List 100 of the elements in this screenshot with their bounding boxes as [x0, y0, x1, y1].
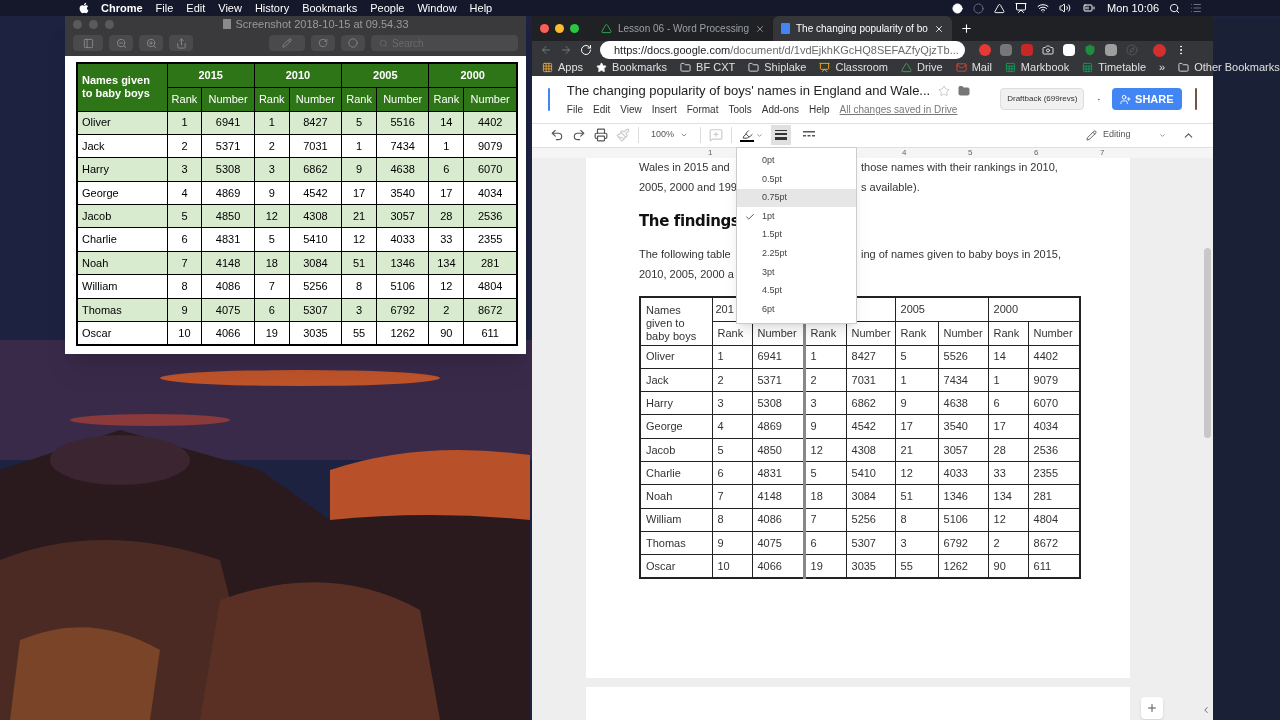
- minimize-window-button[interactable]: [555, 24, 564, 33]
- new-tab-icon[interactable]: [959, 22, 973, 35]
- bookmark[interactable]: BF CXT: [680, 59, 736, 76]
- search-icon[interactable]: [1169, 2, 1180, 14]
- address-bar[interactable]: https://docs.google.com/document/d/1vdEjkhKGcHQ8SEFAZfyQjzTb...: [600, 41, 965, 59]
- star-icon[interactable]: [938, 84, 951, 97]
- zoom-dropdown[interactable]: 100%: [647, 128, 693, 142]
- table-cell: 5516: [376, 111, 429, 135]
- close-window-button[interactable]: [540, 24, 549, 33]
- table-cell: 7434: [376, 134, 429, 158]
- more-bookmarks[interactable]: »: [1159, 59, 1166, 76]
- side-panel-icon[interactable]: [1201, 704, 1211, 715]
- menu-item[interactable]: Edit: [593, 102, 611, 118]
- menu-item[interactable]: View: [218, 0, 242, 17]
- table-cell: 5: [167, 204, 202, 228]
- redo-icon[interactable]: [572, 128, 586, 142]
- menu-item[interactable]: Edit: [186, 0, 206, 17]
- maximize-window-button[interactable]: [570, 24, 579, 33]
- bookmark[interactable]: Shiplake: [748, 59, 807, 76]
- apple-icon[interactable]: [78, 2, 90, 14]
- zoom-in-button[interactable]: [139, 35, 163, 51]
- sidebar-button[interactable]: [73, 35, 103, 51]
- menu-option[interactable]: 0.5pt: [737, 170, 856, 189]
- sheet-icon: [1082, 61, 1094, 73]
- share-button[interactable]: [169, 35, 193, 51]
- bookmark[interactable]: Other Bookmarks: [1178, 59, 1280, 76]
- camera-icon[interactable]: [1042, 44, 1054, 56]
- menu-option[interactable]: 0.75pt: [737, 188, 856, 208]
- draftback-button[interactable]: Draftback (699revs): [1000, 88, 1085, 110]
- share-button[interactable]: SHARE: [1112, 88, 1182, 110]
- profile-avatar[interactable]: [1153, 43, 1166, 57]
- zoom-out-button[interactable]: [109, 35, 133, 51]
- record-icon[interactable]: [952, 2, 963, 14]
- menu-item[interactable]: Help: [809, 102, 830, 118]
- table-cell: 7031: [846, 368, 895, 392]
- table-cell: 4033: [938, 461, 989, 485]
- table-cell: Jacob: [640, 438, 712, 462]
- menu-item[interactable]: Bookmarks: [302, 0, 358, 17]
- rotate-button[interactable]: [311, 35, 335, 51]
- table-cell: 4869: [201, 181, 255, 205]
- table-cell: Charlie: [640, 461, 712, 485]
- print-icon[interactable]: [594, 128, 608, 142]
- table-cell: 3: [341, 298, 377, 322]
- folder-icon[interactable]: [958, 84, 971, 97]
- menu-option[interactable]: 2.25pt: [737, 244, 856, 264]
- menu-option[interactable]: 0pt: [737, 151, 856, 171]
- close-icon[interactable]: [933, 23, 944, 34]
- table-cell: William: [77, 274, 167, 299]
- save-status-link[interactable]: All changes saved in Drive: [839, 102, 958, 118]
- bookmark[interactable]: Mail: [955, 59, 992, 76]
- list-icon[interactable]: [1190, 2, 1202, 14]
- table-cell: 6792: [938, 531, 989, 555]
- bookmark[interactable]: Drive: [901, 59, 943, 76]
- menu-item[interactable]: Help: [469, 0, 493, 17]
- clock[interactable]: Mon 10:06: [1107, 0, 1159, 17]
- bookmark[interactable]: Timetable: [1082, 59, 1147, 76]
- paragraph-text: ing of names given to baby boys in 2015,: [861, 246, 1061, 262]
- menu-item[interactable]: Add-ons: [761, 102, 799, 118]
- close-icon[interactable]: [755, 23, 765, 34]
- explore-button[interactable]: [1141, 696, 1163, 719]
- browser-tab[interactable]: The changing popularity of bo: [773, 16, 952, 41]
- editing-mode-dropdown[interactable]: Editing: [1086, 128, 1166, 142]
- user-avatar[interactable]: [1194, 88, 1197, 110]
- table-header: 2015: [167, 63, 255, 87]
- shield-icon[interactable]: [1084, 44, 1096, 56]
- table-cell: 4: [712, 414, 752, 439]
- border-width-button[interactable]: [771, 125, 792, 145]
- reload-icon[interactable]: [580, 44, 592, 56]
- table-cell: 1: [895, 368, 938, 392]
- document-title[interactable]: The changing popularity of boys' names in England and Wale...: [566, 80, 931, 101]
- volume-icon[interactable]: [1059, 2, 1071, 14]
- battery-icon[interactable]: [1081, 2, 1097, 14]
- drive-icon[interactable]: [994, 2, 1005, 14]
- bookmark[interactable]: Bookmarks: [596, 59, 668, 76]
- menu-item[interactable]: File: [155, 0, 174, 17]
- menu-item[interactable]: History: [254, 0, 290, 17]
- undo-icon[interactable]: [550, 128, 564, 142]
- extension-icon[interactable]: [1063, 44, 1075, 56]
- bookmark[interactable]: Classroom: [819, 59, 888, 76]
- menu-item[interactable]: Tools: [728, 102, 752, 118]
- menu-item[interactable]: Insert: [651, 102, 677, 118]
- menu-item[interactable]: File: [566, 102, 583, 118]
- table-cell: 7: [804, 508, 846, 532]
- bookmark[interactable]: Apps: [542, 59, 584, 76]
- table-cell: 17: [428, 181, 464, 205]
- border-color-button[interactable]: [740, 128, 764, 142]
- table-cell: 3: [712, 391, 752, 415]
- wifi-icon[interactable]: [1037, 2, 1049, 14]
- app-menu[interactable]: Chrome: [101, 0, 143, 17]
- menu-option[interactable]: 1.5pt: [737, 225, 856, 245]
- scrollbar[interactable]: [1204, 247, 1211, 438]
- menu-item[interactable]: People: [370, 0, 405, 17]
- menu-item[interactable]: Format: [686, 102, 719, 118]
- bookmark[interactable]: Markbook: [1004, 59, 1070, 76]
- airplay-icon[interactable]: [1015, 2, 1027, 14]
- menu-option[interactable]: 3pt: [737, 263, 856, 282]
- menu-item[interactable]: View: [620, 102, 642, 118]
- menu-item[interactable]: Window: [417, 0, 457, 17]
- menu-option[interactable]: 1pt: [737, 207, 856, 226]
- table-cell: Harry: [640, 391, 712, 415]
